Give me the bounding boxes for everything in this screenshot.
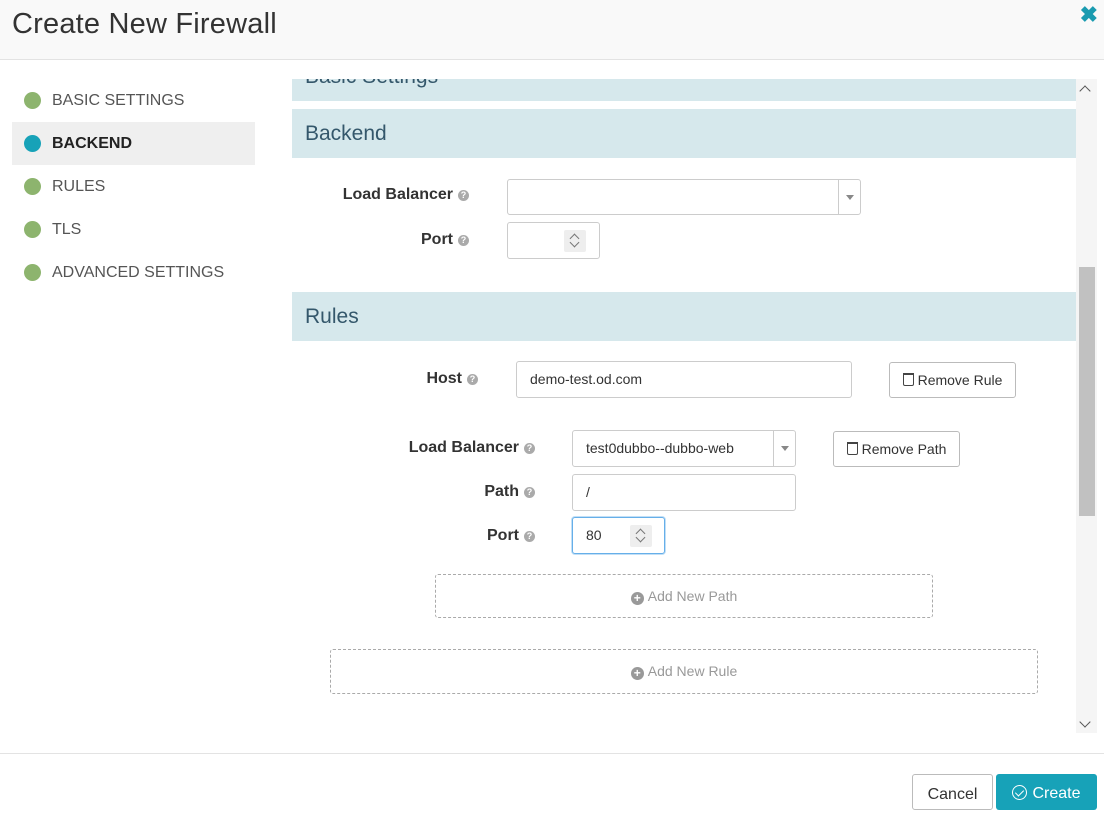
plus-circle-icon: + bbox=[630, 667, 644, 680]
dropdown-caret-box bbox=[838, 180, 860, 214]
help-icon[interactable]: ? bbox=[524, 531, 535, 542]
rule-host-input[interactable]: demo-test.od.com bbox=[516, 361, 852, 398]
status-dot-icon bbox=[24, 92, 41, 109]
nav-item-tls[interactable]: TLS bbox=[12, 208, 255, 251]
path-load-balancer-label: Load Balancer? bbox=[292, 439, 535, 457]
add-new-rule-button[interactable]: + Add New Rule bbox=[330, 649, 1038, 694]
add-new-path-button[interactable]: + Add New Path bbox=[435, 574, 933, 618]
port-stepper[interactable] bbox=[630, 525, 652, 547]
trash-icon bbox=[902, 373, 914, 386]
backend-port-label: Port? bbox=[292, 231, 469, 249]
section-rules-header: Rules bbox=[292, 292, 1076, 341]
nav-item-basic-settings[interactable]: BASIC SETTINGS bbox=[12, 79, 255, 122]
dialog-footer: Cancel Create bbox=[0, 753, 1104, 810]
content-scrollbar[interactable] bbox=[1076, 79, 1097, 733]
dialog-header: Create New Firewall ✖ bbox=[0, 0, 1104, 60]
remove-path-button[interactable]: Remove Path bbox=[833, 431, 960, 467]
form-content: Basic Settings Backend Load Balancer? Po… bbox=[292, 79, 1076, 733]
scrollbar-thumb[interactable] bbox=[1079, 267, 1095, 516]
backend-load-balancer-label: Load Balancer? bbox=[292, 186, 469, 204]
nav-item-advanced-settings[interactable]: ADVANCED SETTINGS bbox=[12, 251, 255, 294]
chevron-down-icon bbox=[781, 446, 789, 451]
chevron-down-icon bbox=[846, 195, 854, 200]
cancel-button[interactable]: Cancel bbox=[912, 774, 993, 810]
path-path-input[interactable]: / bbox=[572, 474, 796, 511]
rule-host-label: Host? bbox=[292, 370, 478, 388]
path-path-label: Path? bbox=[292, 483, 535, 501]
create-button[interactable]: Create bbox=[996, 774, 1097, 810]
help-icon[interactable]: ? bbox=[467, 374, 478, 385]
wizard-nav: BASIC SETTINGS BACKEND RULES TLS ADVANCE… bbox=[12, 79, 255, 294]
dropdown-caret-box bbox=[773, 431, 795, 466]
port-stepper[interactable] bbox=[564, 230, 586, 252]
scroll-up-icon[interactable] bbox=[1079, 85, 1091, 97]
plus-circle-icon: + bbox=[630, 592, 644, 605]
help-icon[interactable]: ? bbox=[458, 190, 469, 201]
section-backend-header: Backend bbox=[292, 109, 1076, 158]
help-icon[interactable]: ? bbox=[524, 487, 535, 498]
remove-rule-button[interactable]: Remove Rule bbox=[889, 362, 1016, 398]
close-icon[interactable]: ✖ bbox=[1080, 2, 1098, 28]
section-basic-settings-header: Basic Settings bbox=[292, 79, 1076, 101]
help-icon[interactable]: ? bbox=[458, 235, 469, 246]
trash-icon bbox=[846, 442, 858, 455]
path-load-balancer-select[interactable]: test0dubbo--dubbo-web bbox=[572, 430, 796, 467]
dialog-title: Create New Firewall bbox=[12, 8, 277, 40]
status-dot-icon bbox=[24, 264, 41, 281]
status-dot-icon bbox=[24, 221, 41, 238]
backend-load-balancer-select[interactable] bbox=[507, 179, 861, 215]
path-port-label: Port? bbox=[292, 527, 535, 545]
status-dot-icon bbox=[24, 135, 41, 152]
help-icon[interactable]: ? bbox=[524, 443, 535, 454]
nav-item-rules[interactable]: RULES bbox=[12, 165, 255, 208]
path-port-input[interactable]: 80 bbox=[572, 517, 665, 554]
scroll-down-icon[interactable] bbox=[1079, 716, 1091, 728]
check-circle-icon bbox=[1012, 785, 1028, 800]
status-dot-icon bbox=[24, 178, 41, 195]
backend-port-input[interactable] bbox=[507, 222, 600, 259]
nav-item-backend[interactable]: BACKEND bbox=[12, 122, 255, 165]
